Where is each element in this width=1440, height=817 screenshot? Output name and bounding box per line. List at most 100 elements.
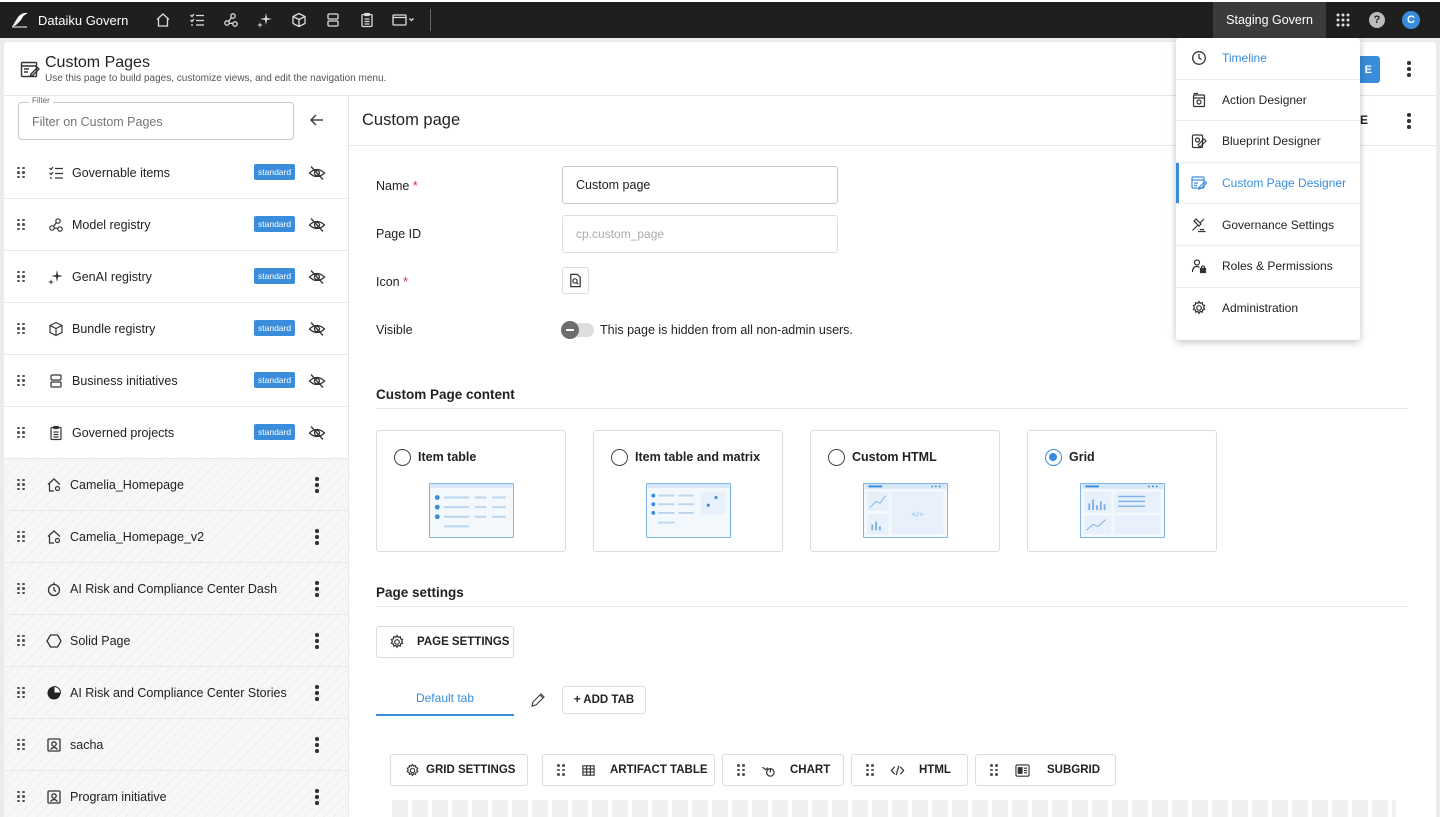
drag-handle-icon[interactable] (557, 763, 567, 777)
brand[interactable]: Dataiku Govern (0, 2, 128, 38)
content-option-item-table[interactable]: Item table (376, 430, 566, 552)
drag-handle-icon[interactable] (866, 763, 876, 777)
eye-off-icon[interactable] (308, 320, 326, 338)
clock-icon (1190, 49, 1208, 67)
editor-action-button[interactable]: E (1360, 113, 1368, 127)
item-more-menu-icon[interactable] (307, 527, 327, 547)
collapse-panel-arrow-icon[interactable] (308, 111, 326, 129)
eye-off-icon[interactable] (308, 372, 326, 390)
page-more-menu-icon[interactable] (1399, 59, 1419, 79)
bundle-registry-icon[interactable] (282, 2, 316, 38)
item-more-menu-icon[interactable] (307, 787, 327, 807)
governable-items-icon[interactable] (180, 2, 214, 38)
list-item-label: Program initiative (70, 789, 167, 804)
list-item[interactable]: Camelia_Homepage (4, 459, 348, 511)
tool-label: ARTIFACT TABLE (610, 764, 708, 776)
menu-item-action-designer[interactable]: Action Designer (1176, 80, 1360, 122)
radio-button[interactable] (394, 449, 411, 466)
custom-html-illustration: </> (863, 483, 948, 538)
content-option-item-table-matrix[interactable]: Item table and matrix (593, 430, 783, 552)
home-icon[interactable] (146, 2, 180, 38)
grid-settings-button[interactable]: GRID SETTINGS (390, 754, 528, 786)
help-icon[interactable]: ? (1369, 12, 1385, 28)
drag-handle-icon[interactable] (17, 738, 27, 752)
list-item[interactable]: sacha (4, 719, 348, 771)
list-item[interactable]: Governed projects standard (4, 407, 348, 459)
drag-handle-icon[interactable] (17, 686, 27, 700)
drag-handle-icon[interactable] (17, 322, 27, 336)
avatar[interactable]: C (1402, 11, 1420, 29)
radio-button-selected[interactable] (1045, 449, 1062, 466)
chart-icon (761, 763, 776, 778)
page-subtitle: Use this page to build pages, customize … (45, 73, 387, 84)
drag-handle-icon[interactable] (17, 634, 27, 648)
list-item[interactable]: GenAI registry standard (4, 251, 348, 303)
eye-off-icon[interactable] (308, 424, 326, 442)
list-item[interactable]: Model registry standard (4, 199, 348, 251)
item-more-menu-icon[interactable] (307, 735, 327, 755)
icon-picker-button[interactable] (562, 267, 589, 294)
radio-button[interactable] (611, 449, 628, 466)
list-item[interactable]: AI Risk and Compliance Center Dash (4, 563, 348, 615)
edit-tab-pencil-icon[interactable] (530, 692, 546, 708)
menu-item-governance-settings[interactable]: Governance Settings (1176, 204, 1360, 246)
drag-handle-icon[interactable] (17, 374, 27, 388)
list-item[interactable]: Solid Page (4, 615, 348, 667)
custom-pages-dropdown-icon[interactable] (384, 2, 424, 38)
grid-canvas[interactable] (392, 800, 1396, 817)
radio-button[interactable] (828, 449, 845, 466)
content-option-grid[interactable]: Grid (1027, 430, 1217, 552)
menu-item-timeline[interactable]: Timeline (1176, 38, 1360, 80)
list-item[interactable]: Bundle registry standard (4, 303, 348, 355)
genai-registry-icon[interactable] (248, 2, 282, 38)
drag-handle-icon[interactable] (17, 166, 27, 180)
subgrid-tool[interactable]: SUBGRID (975, 754, 1116, 786)
governed-projects-icon[interactable] (350, 2, 384, 38)
page-settings-button[interactable]: PAGE SETTINGS (376, 626, 514, 658)
drag-handle-icon[interactable] (990, 763, 1000, 777)
list-item[interactable]: Business initiatives standard (4, 355, 348, 407)
list-item-label: Bundle registry (72, 321, 156, 336)
list-item[interactable]: Governable items standard (4, 147, 348, 199)
blueprint-designer-icon (1190, 132, 1208, 150)
drag-handle-icon[interactable] (17, 426, 27, 440)
artifact-table-tool[interactable]: ARTIFACT TABLE (542, 754, 715, 786)
eye-off-icon[interactable] (308, 164, 326, 182)
html-tool[interactable]: HTML (851, 754, 968, 786)
add-tab-button[interactable]: + ADD TAB (562, 686, 646, 714)
environment-button[interactable]: Staging Govern (1213, 2, 1326, 38)
item-more-menu-icon[interactable] (307, 631, 327, 651)
drag-handle-icon[interactable] (17, 582, 27, 596)
menu-item-administration[interactable]: Administration (1176, 288, 1360, 330)
item-more-menu-icon[interactable] (307, 475, 327, 495)
name-field[interactable]: Custom page (562, 166, 838, 204)
drag-handle-icon[interactable] (737, 763, 747, 777)
list-item[interactable]: AI Risk and Compliance Center Stories (4, 667, 348, 719)
drag-handle-icon[interactable] (17, 790, 27, 804)
eye-off-icon[interactable] (308, 268, 326, 286)
list-item[interactable]: Camelia_Homepage_v2 (4, 511, 348, 563)
menu-item-roles-permissions[interactable]: Roles & Permissions (1176, 246, 1360, 288)
list-item[interactable]: Program initiative (4, 771, 348, 817)
visible-toggle[interactable] (561, 321, 594, 339)
tab-default[interactable]: Default tab (376, 682, 514, 716)
chart-tool[interactable]: CHART (722, 754, 844, 786)
eye-off-icon[interactable] (308, 216, 326, 234)
model-registry-icon[interactable] (214, 2, 248, 38)
menu-item-custom-page-designer[interactable]: Custom Page Designer (1176, 162, 1360, 205)
editor-more-menu-icon[interactable] (1399, 111, 1419, 131)
menu-item-blueprint-designer[interactable]: Blueprint Designer (1176, 121, 1360, 163)
list-item-label: Governed projects (72, 425, 175, 440)
drag-handle-icon[interactable] (17, 218, 27, 232)
content-option-custom-html[interactable]: Custom HTML </> (810, 430, 1000, 552)
item-more-menu-icon[interactable] (307, 579, 327, 599)
drag-handle-icon[interactable] (17, 270, 27, 284)
drag-handle-icon[interactable] (17, 530, 27, 544)
business-initiatives-icon[interactable] (316, 2, 350, 38)
drag-handle-icon[interactable] (17, 478, 27, 492)
filter-input[interactable] (32, 115, 272, 129)
filter-field[interactable]: Filter (18, 96, 294, 140)
apps-grid-icon[interactable] (1326, 12, 1360, 28)
item-more-menu-icon[interactable] (307, 683, 327, 703)
name-value: Custom page (576, 178, 651, 192)
